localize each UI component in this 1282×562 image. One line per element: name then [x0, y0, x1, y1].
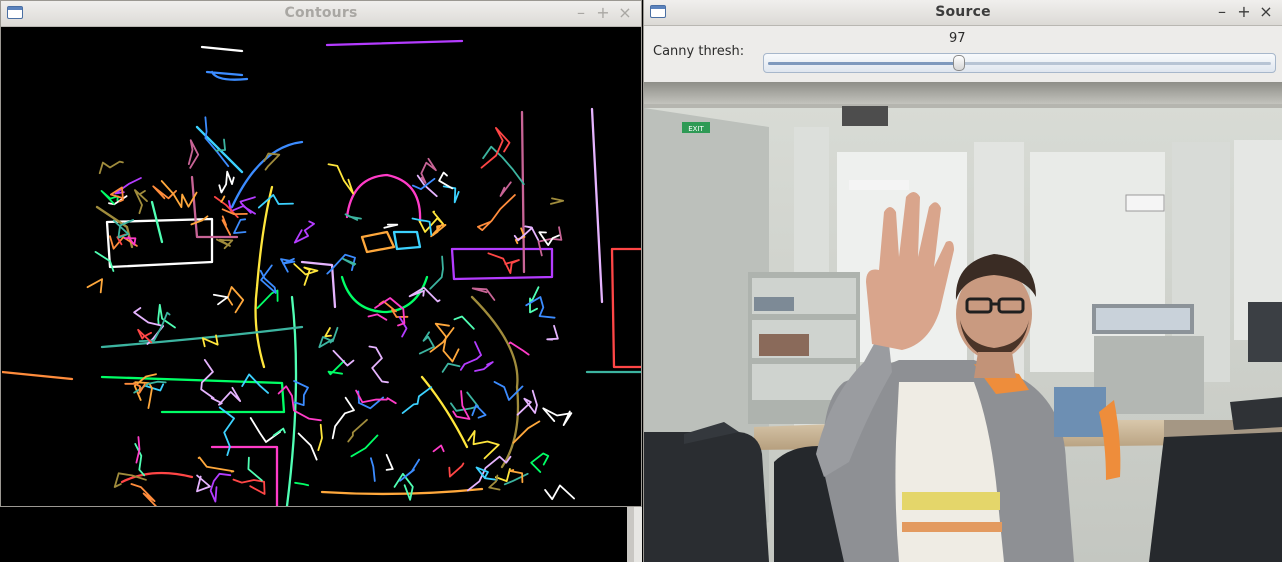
minimize-button[interactable]: –	[1214, 2, 1230, 22]
desktop-strip	[634, 507, 642, 562]
slider-handle[interactable]	[953, 55, 966, 71]
source-window: Source – + × Canny thresh: 97 EXIT	[643, 0, 1282, 562]
minimize-button[interactable]: –	[573, 3, 589, 23]
source-titlebar[interactable]: Source – + ×	[644, 0, 1282, 26]
canny-thresh-label: Canny thresh:	[653, 44, 745, 59]
close-button[interactable]: ×	[617, 3, 633, 23]
desktop-strip	[627, 507, 634, 562]
exit-sign: EXIT	[688, 125, 704, 133]
canny-thresh-slider[interactable]	[763, 53, 1276, 73]
contours-window-title: Contours	[284, 5, 358, 21]
contours-titlebar[interactable]: Contours – + ×	[1, 1, 641, 27]
slider-fill	[768, 62, 960, 65]
close-button[interactable]: ×	[1258, 2, 1274, 22]
contours-window: Contours – + ×	[0, 0, 642, 507]
maximize-button[interactable]: +	[1236, 2, 1252, 22]
maximize-button[interactable]: +	[595, 3, 611, 23]
source-camera-image: EXIT	[644, 82, 1282, 562]
contours-image	[2, 27, 641, 506]
source-window-title: Source	[935, 4, 991, 20]
canny-thresh-value: 97	[949, 31, 966, 46]
canny-trackbar: Canny thresh: 97	[644, 26, 1282, 82]
